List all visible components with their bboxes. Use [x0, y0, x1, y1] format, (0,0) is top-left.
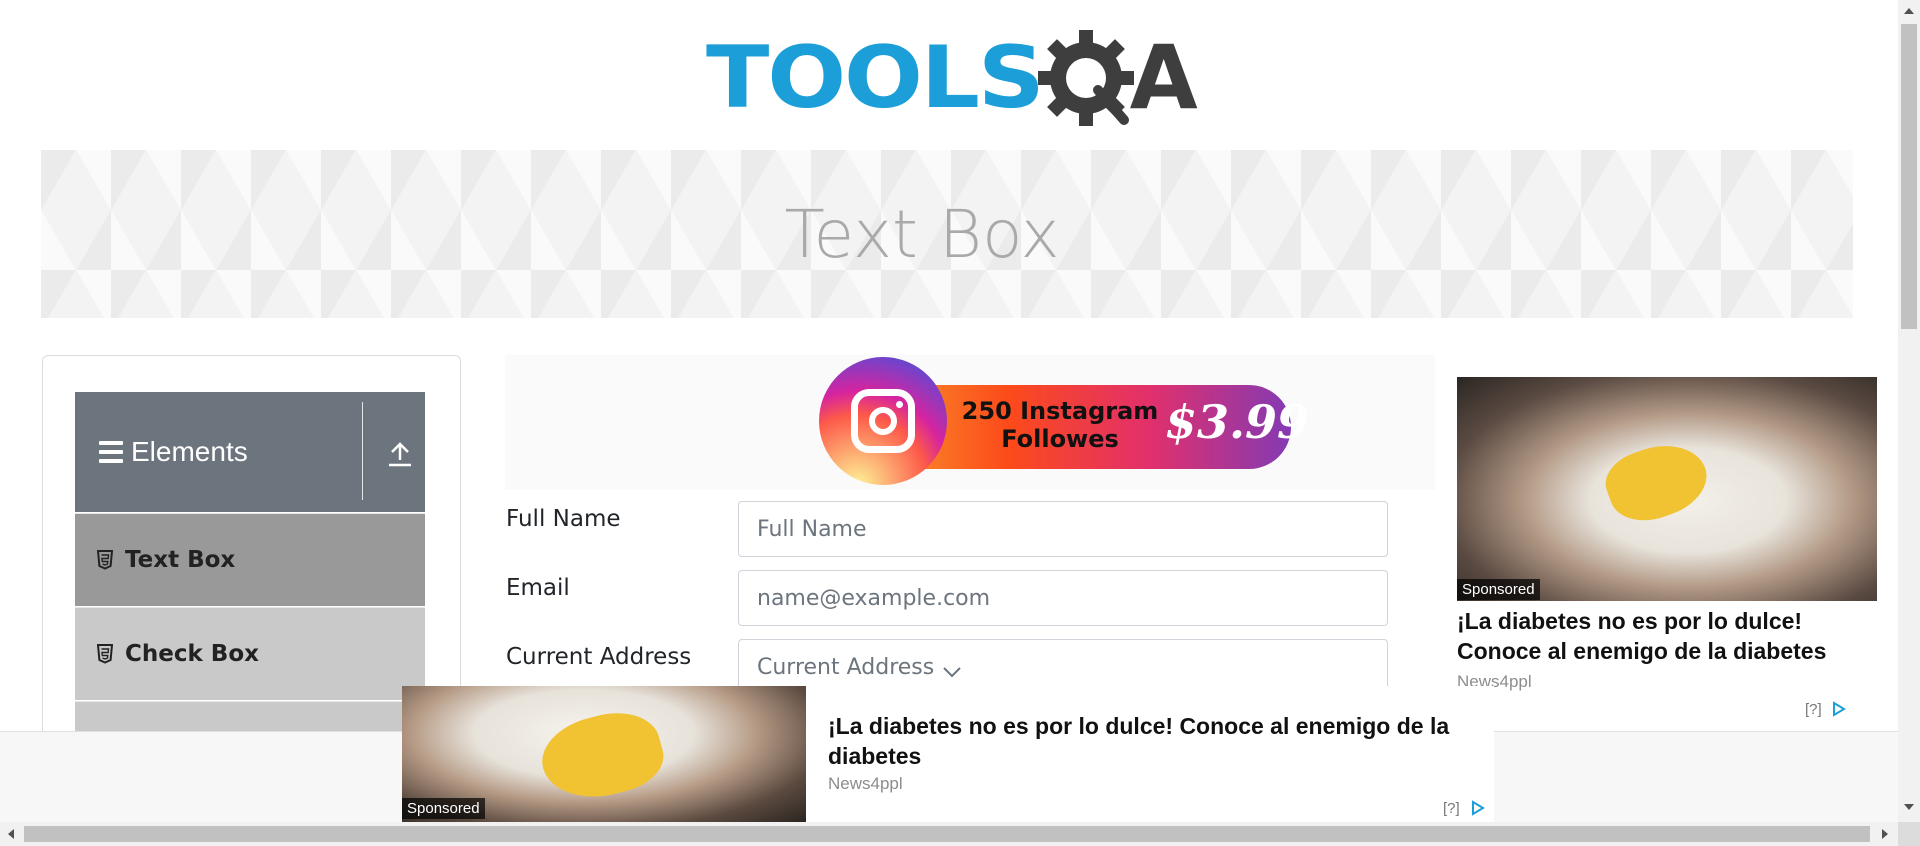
scroll-right-arrow-icon[interactable]: [1882, 829, 1888, 839]
horizontal-scroll-thumb[interactable]: [24, 826, 1870, 842]
sidebar: Elements Text Box Check Box: [42, 355, 461, 794]
email-label: Email: [506, 575, 570, 601]
email-input[interactable]: [738, 570, 1388, 626]
scrollbar-corner: [1898, 822, 1920, 846]
right-sponsored-ad[interactable]: Sponsored ¡La diabetes no es por lo dulc…: [1435, 355, 1877, 725]
adchoices-icon[interactable]: [1831, 701, 1847, 717]
sidebar-group-title: Elements: [131, 436, 248, 467]
full-name-input[interactable]: [738, 501, 1388, 557]
vertical-scrollbar[interactable]: [1898, 0, 1920, 822]
scroll-left-arrow-icon[interactable]: [8, 829, 14, 839]
hamburger-icon: [99, 441, 123, 463]
bottom-ad-source: News4ppl: [828, 774, 903, 793]
sidebar-item-label: Check Box: [125, 641, 259, 667]
ad-text: 250 Instagram Followes: [960, 397, 1160, 453]
current-address-placeholder: Current Address: [757, 655, 935, 680]
bottom-ad-help-link[interactable]: [?]: [1443, 800, 1460, 817]
vertical-scroll-thumb[interactable]: [1901, 24, 1917, 329]
sponsored-badge: Sponsored: [402, 798, 485, 819]
bottom-sponsored-ad[interactable]: Sponsored ¡La diabetes no es por lo dulc…: [402, 686, 1494, 822]
ad-text-line2: Followes: [1001, 425, 1119, 453]
toolsqa-logo[interactable]: TOOLS A: [706, 22, 1198, 134]
sidebar-item-check-box[interactable]: Check Box: [75, 607, 425, 700]
current-address-label: Current Address: [506, 644, 692, 670]
logo-a-text: A: [1129, 26, 1198, 129]
ad-headline[interactable]: ¡La diabetes no es por lo dulce! Conoce …: [1457, 606, 1857, 666]
html5-icon: [97, 550, 113, 570]
sidebar-item-text-box[interactable]: Text Box: [75, 513, 425, 606]
sponsored-badge: Sponsored: [1457, 579, 1540, 600]
full-name-label: Full Name: [506, 506, 621, 532]
html5-icon: [97, 644, 113, 664]
adchoices-icon[interactable]: [1470, 800, 1486, 816]
page-banner: Text Box: [41, 150, 1853, 318]
sidebar-group-elements[interactable]: Elements: [75, 392, 425, 512]
instagram-icon: [819, 357, 947, 485]
ad-price: $3.99: [1165, 395, 1310, 449]
scroll-down-arrow-icon[interactable]: [1904, 804, 1914, 810]
scroll-up-arrow-icon[interactable]: [1904, 8, 1914, 14]
collapse-up-icon[interactable]: [387, 438, 413, 468]
gear-magnifier-icon: [1037, 30, 1134, 126]
page-title: Text Box: [784, 195, 1060, 273]
instagram-ad-banner[interactable]: 250 Instagram Followes $3.99: [505, 355, 1440, 490]
bottom-ad-headline[interactable]: ¡La diabetes no es por lo dulce! Conoce …: [828, 711, 1478, 771]
logo-tools-text: TOOLS: [706, 28, 1045, 128]
ad-image: [1457, 377, 1877, 601]
horizontal-scrollbar[interactable]: [0, 822, 1898, 846]
header-divider: [362, 402, 363, 500]
ad-help-link[interactable]: [?]: [1805, 701, 1822, 718]
sidebar-item-label: Text Box: [125, 547, 236, 573]
chevron-down-icon: [943, 667, 961, 678]
ad-text-line1: 250 Instagram: [961, 397, 1159, 425]
